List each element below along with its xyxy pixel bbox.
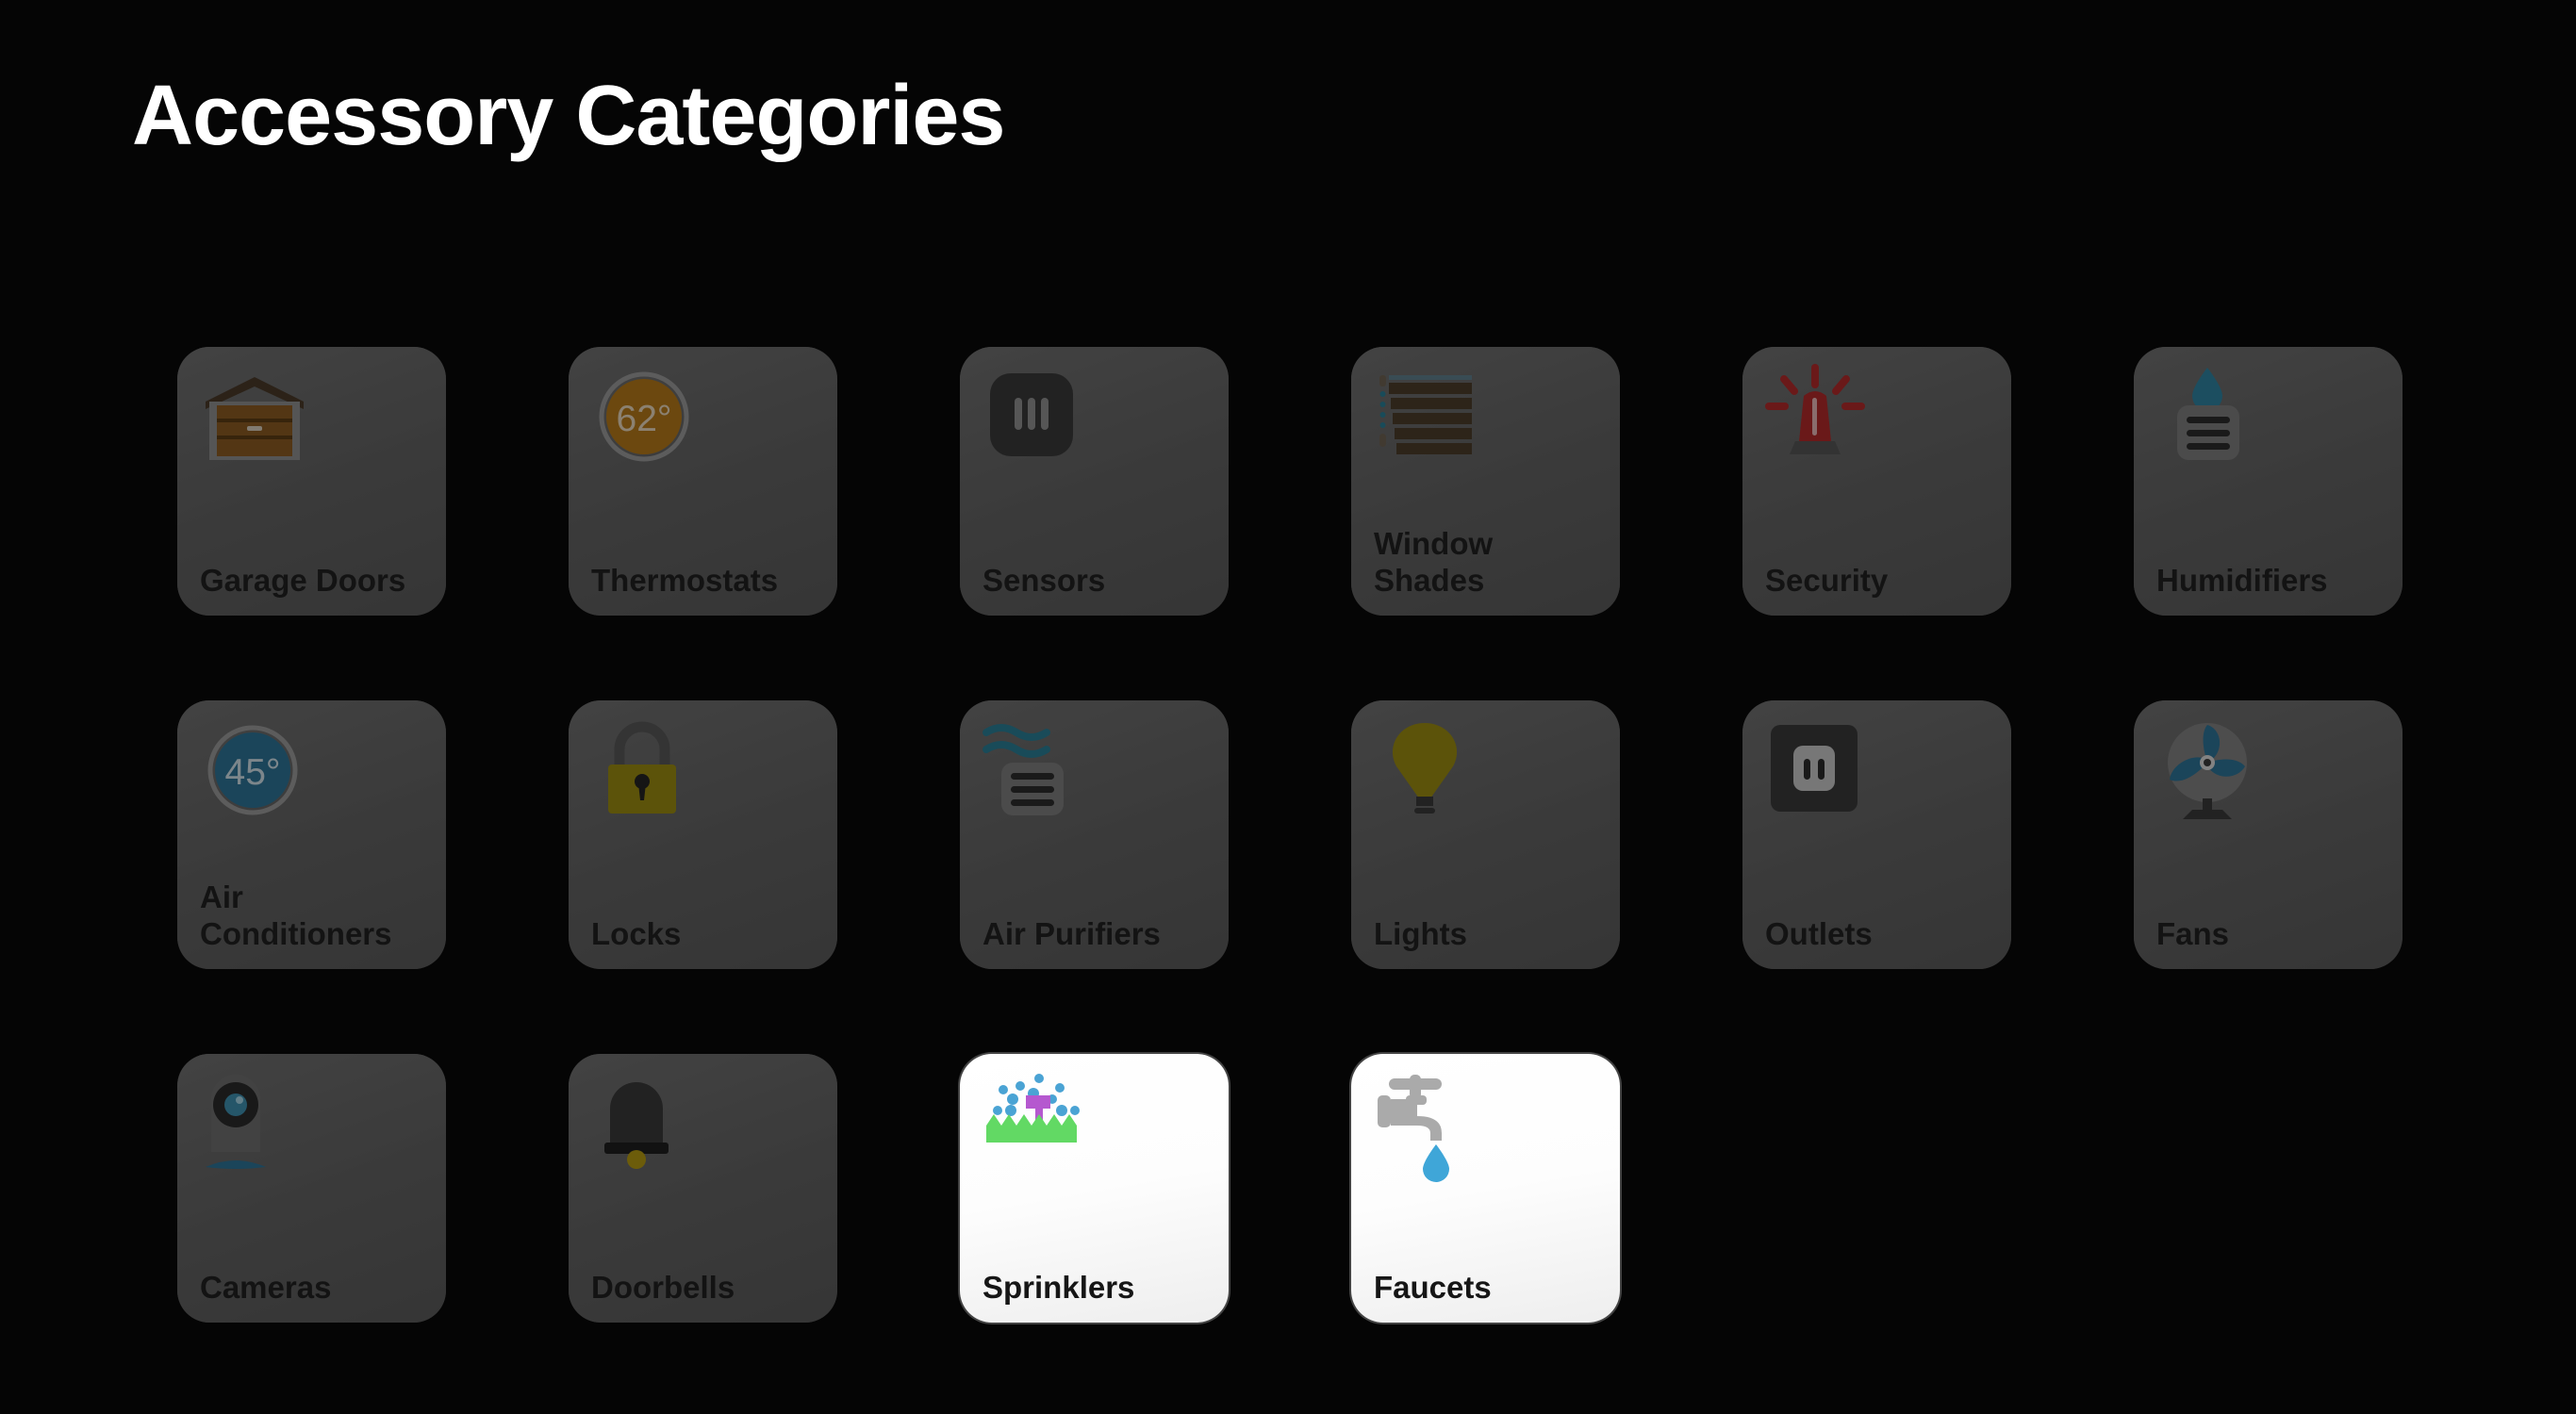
category-tile-faucets[interactable]: Faucets xyxy=(1351,1054,1620,1323)
category-tile-sensors[interactable]: Sensors xyxy=(960,347,1229,616)
category-label: Air Purifiers xyxy=(983,915,1161,951)
humidifier-icon xyxy=(2155,364,2268,477)
category-tile-doorbells[interactable]: Doorbells xyxy=(569,1054,837,1323)
category-label: Thermostats xyxy=(591,562,779,598)
category-label: Air Conditioners xyxy=(200,880,392,951)
category-label: Security xyxy=(1765,562,1889,598)
air-conditioner-value: 45° xyxy=(225,752,281,793)
category-label: Window Shades xyxy=(1374,526,1494,598)
accessory-category-grid: Garage Doors 62° Thermostats Sensors Win… xyxy=(177,347,2403,1323)
category-tile-air-purifiers[interactable]: Air Purifiers xyxy=(960,700,1229,969)
security-siren-icon xyxy=(1763,364,1876,477)
doorbell-icon xyxy=(589,1071,702,1184)
category-tile-thermostats[interactable]: 62° Thermostats xyxy=(569,347,837,616)
category-label: Doorbells xyxy=(591,1269,735,1305)
category-tile-security[interactable]: Security xyxy=(1742,347,2011,616)
accessory-categories-screen: Accessory Categories Garage Doors 62° Th… xyxy=(0,0,2576,1414)
window-shade-icon xyxy=(1372,364,1485,477)
category-label: Cameras xyxy=(200,1269,332,1305)
camera-icon xyxy=(198,1071,311,1184)
category-label: Garage Doors xyxy=(200,562,406,598)
category-label: Lights xyxy=(1374,915,1467,951)
category-label: Outlets xyxy=(1765,915,1873,951)
faucet-icon xyxy=(1372,1071,1485,1184)
category-tile-lights[interactable]: Lights xyxy=(1351,700,1620,969)
category-tile-humidifiers[interactable]: Humidifiers xyxy=(2134,347,2403,616)
category-tile-garage-doors[interactable]: Garage Doors xyxy=(177,347,446,616)
category-tile-window-shades[interactable]: Window Shades xyxy=(1351,347,1620,616)
category-label: Humidifiers xyxy=(2156,562,2328,598)
category-label: Faucets xyxy=(1374,1269,1492,1305)
lock-icon xyxy=(589,717,702,830)
category-tile-cameras[interactable]: Cameras xyxy=(177,1054,446,1323)
outlet-icon xyxy=(1763,717,1876,830)
light-bulb-icon xyxy=(1372,717,1485,830)
category-label: Locks xyxy=(591,915,682,951)
garage-door-icon xyxy=(198,364,311,477)
sprinkler-icon xyxy=(981,1071,1094,1184)
category-tile-air-conditioners[interactable]: 45° Air Conditioners xyxy=(177,700,446,969)
sensor-icon xyxy=(981,364,1094,477)
category-label: Fans xyxy=(2156,915,2230,951)
page-title: Accessory Categories xyxy=(132,69,1005,163)
category-tile-fans[interactable]: Fans xyxy=(2134,700,2403,969)
category-label: Sprinklers xyxy=(983,1269,1135,1305)
category-tile-locks[interactable]: Locks xyxy=(569,700,837,969)
fan-icon xyxy=(2155,717,2268,830)
air-purifier-icon xyxy=(981,717,1094,830)
category-tile-sprinklers[interactable]: Sprinklers xyxy=(960,1054,1229,1323)
air-conditioner-dial-icon: 45° xyxy=(198,717,311,830)
thermostat-dial-icon: 62° xyxy=(589,364,702,477)
category-label: Sensors xyxy=(983,562,1106,598)
category-tile-outlets[interactable]: Outlets xyxy=(1742,700,2011,969)
thermostat-value: 62° xyxy=(617,399,672,439)
